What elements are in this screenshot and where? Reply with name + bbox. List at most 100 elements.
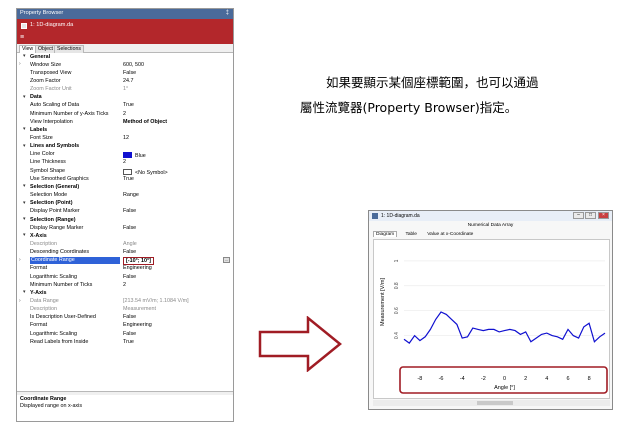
property-row[interactable]: Minimum Number of y-Axis Ticks 2	[17, 110, 233, 118]
expand-icon[interactable]: ›	[19, 62, 21, 67]
property-value-text: False	[123, 273, 137, 280]
panel-titlebar: Property Browser ‡	[17, 9, 233, 19]
property-row[interactable]: Line Thickness 2	[17, 159, 233, 167]
property-value[interactable]: False	[123, 209, 136, 214]
pin-icon[interactable]: ‡	[226, 10, 229, 16]
property-row[interactable]: Description Angle	[17, 240, 233, 248]
property-category[interactable]: ▾ Data	[17, 94, 233, 102]
property-row[interactable]: Zoom Factor 24.7	[17, 77, 233, 85]
collapse-icon[interactable]: ▾	[23, 127, 26, 132]
property-value[interactable]: 2	[123, 111, 126, 117]
property-row[interactable]: Line Color Blue	[17, 151, 233, 159]
property-value[interactable]: Angle	[123, 240, 137, 247]
property-value[interactable]: 2	[123, 282, 126, 288]
property-category[interactable]: ▾ Lines and Symbols	[17, 143, 233, 151]
property-value[interactable]: 24.7	[123, 78, 134, 84]
document-name: 1: 1D-diagram.da	[30, 22, 74, 28]
coordinate-range-field[interactable]: [-10°; 10°]	[123, 256, 154, 265]
panel-splitter[interactable]	[17, 391, 233, 395]
tree-expand-icon[interactable]: ≡	[20, 34, 28, 41]
property-name: Selection (Point)	[30, 200, 73, 207]
property-row[interactable]: › Window Size 600, 500	[17, 61, 233, 69]
line-chart: -8 -6 -4 -2 0 2 4 6 8 0.4 0.6 0.8 1 Angle [°] Measu…	[380, 259, 608, 394]
property-row[interactable]: Is Description User-Defined False	[17, 314, 233, 322]
property-row[interactable]: › Coordinate Range [-10°; 10°]...	[17, 256, 233, 265]
property-value[interactable]: Engineering	[123, 266, 152, 271]
property-value[interactable]: 1°	[123, 86, 128, 92]
property-row[interactable]: Format Engineering	[17, 322, 233, 330]
property-value[interactable]: Engineering	[123, 323, 152, 328]
property-row[interactable]: Use Smoothed Graphics True	[17, 175, 233, 183]
scrollbar-thumb[interactable]	[477, 401, 513, 405]
property-value[interactable]: True	[123, 339, 134, 345]
property-row[interactable]: Selection Mode Range	[17, 192, 233, 200]
plot-area[interactable]: -8 -6 -4 -2 0 2 4 6 8 0.4 0.6 0.8 1 Angle [°] Measu…	[373, 239, 610, 399]
property-category[interactable]: ▾ Selection (Range)	[17, 216, 233, 224]
property-row[interactable]: Format Engineering	[17, 265, 233, 273]
tab-selections[interactable]: Selections	[54, 45, 84, 53]
property-value[interactable]: 600, 500	[123, 62, 144, 68]
collapse-icon[interactable]: ▾	[23, 184, 26, 189]
property-value[interactable]: False	[123, 225, 136, 231]
maximize-button[interactable]: □	[585, 212, 596, 219]
property-row[interactable]: Description Measurement	[17, 306, 233, 314]
collapse-icon[interactable]: ▾	[23, 290, 26, 295]
property-value[interactable]: False	[123, 70, 136, 76]
property-row[interactable]: Transposed View False	[17, 69, 233, 77]
collapse-icon[interactable]: ▾	[23, 217, 26, 222]
property-category[interactable]: ▾ Labels	[17, 126, 233, 134]
property-name: Line Thickness	[30, 159, 66, 166]
property-value[interactable]: True	[123, 103, 134, 108]
tab-object[interactable]: Object	[35, 45, 56, 53]
expand-icon[interactable]: ›	[19, 257, 21, 263]
property-value[interactable]: Method of Object	[123, 119, 167, 125]
property-value-text: Angle	[123, 240, 137, 247]
property-value[interactable]: True	[123, 176, 134, 182]
property-value[interactable]: [213.54 mV/m; 1.1084 V/m]	[123, 298, 189, 304]
property-name: Window Size	[30, 61, 62, 68]
horizontal-scrollbar[interactable]	[373, 400, 610, 406]
property-row[interactable]: Descending Coordinates False	[17, 249, 233, 257]
expand-icon[interactable]: ›	[19, 298, 21, 304]
property-row[interactable]: Font Size 12	[17, 135, 233, 143]
property-row[interactable]: Read Labels from Inside True	[17, 338, 233, 346]
property-row[interactable]: Auto Scaling of Data True	[17, 102, 233, 110]
property-value[interactable]: False	[123, 331, 136, 337]
property-value[interactable]: False	[123, 315, 136, 320]
property-name: Data	[30, 94, 42, 101]
property-value[interactable]: 12	[123, 135, 129, 141]
property-category[interactable]: ▾ General	[17, 53, 233, 61]
property-row[interactable]: Display Point Marker False	[17, 208, 233, 216]
property-category[interactable]: ▾ Y-Axis	[17, 289, 233, 297]
collapse-icon[interactable]: ▾	[23, 143, 26, 149]
collapse-icon[interactable]: ▾	[23, 94, 26, 100]
property-row[interactable]: View Interpolation Method of Object	[17, 118, 233, 126]
property-category[interactable]: ▾ Selection (Point)	[17, 200, 233, 208]
property-value[interactable]: False	[123, 273, 137, 280]
property-row[interactable]: › Data Range [213.54 mV/m; 1.1084 V/m]	[17, 298, 233, 306]
property-category[interactable]: ▾ Selection (General)	[17, 183, 233, 191]
collapse-icon[interactable]: ▾	[23, 233, 26, 238]
close-button[interactable]: ×	[598, 212, 609, 219]
property-name: Transposed View	[30, 69, 72, 76]
collapse-icon[interactable]: ▾	[23, 54, 26, 59]
minimize-button[interactable]: –	[573, 212, 584, 219]
tab-diagram[interactable]: Diagram	[373, 231, 398, 237]
property-row[interactable]: Display Range Marker False	[17, 224, 233, 232]
tab-view[interactable]: View	[19, 45, 37, 53]
property-value[interactable]: Measurement	[123, 306, 156, 312]
property-row[interactable]: Zoom Factor Unit 1°	[17, 86, 233, 94]
property-row[interactable]: Symbol Shape <No Symbol>	[17, 167, 233, 176]
property-row[interactable]: Logarithmic Scaling False	[17, 273, 233, 281]
property-value[interactable]: 2	[123, 160, 126, 165]
property-value[interactable]: Range	[123, 192, 139, 198]
ellipsis-button[interactable]: ...	[223, 257, 230, 264]
tab-value-at-x[interactable]: Value at x-Coordinate	[425, 232, 475, 237]
property-category[interactable]: ▾ X-Axis	[17, 232, 233, 240]
collapse-icon[interactable]: ▾	[23, 200, 26, 206]
property-row[interactable]: Minimum Number of Ticks 2	[17, 281, 233, 289]
tab-table[interactable]: Table	[403, 232, 418, 237]
property-value[interactable]: False	[123, 249, 136, 255]
y-tick-label: 0.8	[394, 282, 400, 289]
property-row[interactable]: Logarithmic Scaling False	[17, 330, 233, 338]
